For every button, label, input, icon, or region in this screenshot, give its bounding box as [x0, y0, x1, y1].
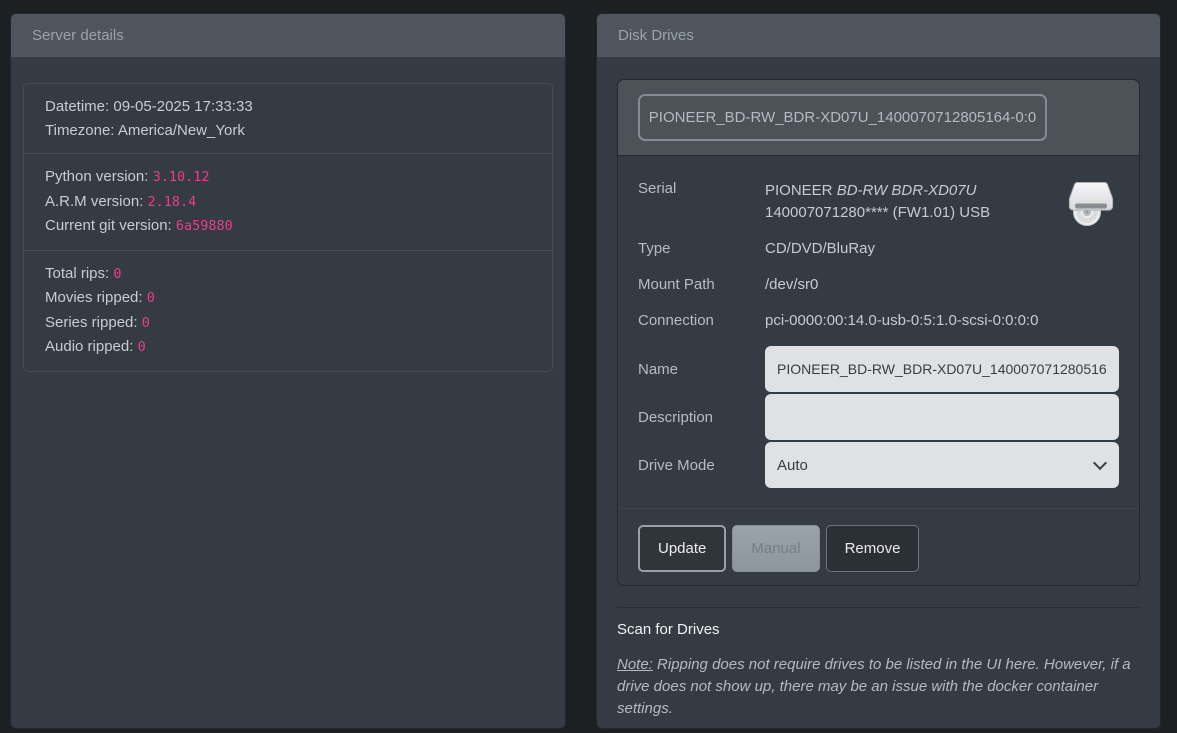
drive-card: PIONEER_BD-RW_BDR-XD07U_1400070712805164… — [617, 79, 1140, 586]
series-ripped-label: Series ripped: — [45, 314, 138, 331]
drive-mode-select[interactable]: Auto — [765, 442, 1119, 488]
disk-drives-body: PIONEER_BD-RW_BDR-XD07U_1400070712805164… — [597, 57, 1160, 728]
drive-mode-label: Drive Mode — [638, 457, 765, 474]
manual-button[interactable]: Manual — [732, 525, 819, 572]
datetime-section: Datetime: 09-05-2025 17:33:33 Timezone: … — [24, 84, 552, 154]
timezone-value: America/New_York — [118, 122, 245, 139]
git-version-value: 6a59880 — [176, 218, 233, 234]
python-version-line: Python version: 3.10.12 — [45, 165, 531, 190]
movies-ripped-line: Movies ripped: 0 — [45, 286, 531, 311]
connection-label: Connection — [638, 310, 765, 332]
audio-ripped-value: 0 — [138, 339, 146, 355]
total-rips-line: Total rips: 0 — [45, 262, 531, 287]
field-row-type: Type CD/DVD/BluRay — [638, 238, 1119, 260]
datetime-line: Datetime: 09-05-2025 17:33:33 — [45, 95, 531, 119]
type-value: CD/DVD/BluRay — [765, 238, 875, 260]
datetime-value: 09-05-2025 17:33:33 — [113, 98, 252, 115]
server-details-body: Datetime: 09-05-2025 17:33:33 Timezone: … — [11, 57, 565, 728]
name-input[interactable] — [765, 346, 1119, 392]
git-version-label: Current git version: — [45, 217, 172, 234]
disc-drive-icon — [1065, 178, 1117, 230]
connection-value: pci-0000:00:14.0-usb-0:5:1.0-scsi-0:0:0:… — [765, 310, 1039, 332]
total-rips-label: Total rips: — [45, 265, 109, 282]
datetime-label: Datetime: — [45, 98, 109, 115]
arm-version-line: A.R.M version: 2.18.4 — [45, 190, 531, 215]
note-label: Note: — [617, 656, 653, 673]
name-label: Name — [638, 361, 765, 378]
movies-ripped-value: 0 — [147, 290, 155, 306]
movies-ripped-label: Movies ripped: — [45, 289, 143, 306]
page: Server details Datetime: 09-05-2025 17:3… — [0, 0, 1177, 733]
server-info-card: Datetime: 09-05-2025 17:33:33 Timezone: … — [23, 83, 553, 372]
field-row-serial: Serial PIONEER BD-RW BDR-XD07U 140007071… — [638, 180, 1119, 223]
drive-card-header: PIONEER_BD-RW_BDR-XD07U_1400070712805164… — [618, 80, 1139, 156]
field-row-mount-path: Mount Path /dev/sr0 — [638, 274, 1119, 296]
disk-drives-title: Disk Drives — [618, 27, 694, 44]
audio-ripped-line: Audio ripped: 0 — [45, 335, 531, 360]
drives-note: Note: Ripping does not require drives to… — [617, 654, 1140, 720]
mount-path-value: /dev/sr0 — [765, 274, 818, 296]
serial-model: BD-RW BDR-XD07U — [837, 182, 977, 199]
description-label: Description — [638, 409, 765, 426]
series-ripped-line: Series ripped: 0 — [45, 311, 531, 336]
serial-line1: PIONEER BD-RW BDR-XD07U — [765, 180, 990, 202]
timezone-label: Timezone: — [45, 122, 114, 139]
field-row-connection: Connection pci-0000:00:14.0-usb-0:5:1.0-… — [638, 310, 1119, 332]
drive-card-footer: Update Manual Remove — [618, 508, 1139, 585]
update-button[interactable]: Update — [638, 525, 726, 572]
section-divider — [617, 607, 1140, 608]
description-field-wrap — [765, 394, 1119, 440]
remove-button[interactable]: Remove — [826, 525, 920, 572]
field-row-description: Description — [638, 394, 1119, 440]
audio-ripped-label: Audio ripped: — [45, 338, 133, 355]
rips-section: Total rips: 0 Movies ripped: 0 Series ri… — [24, 251, 552, 371]
drive-card-body: Serial PIONEER BD-RW BDR-XD07U 140007071… — [618, 156, 1139, 508]
scan-for-drives-link[interactable]: Scan for Drives — [617, 621, 720, 638]
field-row-drive-mode: Drive Mode Auto — [638, 442, 1119, 488]
arm-version-label: A.R.M version: — [45, 193, 143, 210]
description-input[interactable] — [765, 394, 1119, 440]
server-details-title: Server details — [32, 27, 124, 44]
drive-mode-field-wrap: Auto — [765, 442, 1119, 488]
note-text: Ripping does not require drives to be li… — [617, 656, 1131, 717]
mount-path-label: Mount Path — [638, 274, 765, 296]
serial-label: Serial — [638, 180, 765, 223]
python-version-value: 3.10.12 — [153, 169, 210, 185]
disk-drives-header: Disk Drives — [597, 14, 1160, 57]
serial-line2: 140007071280**** (FW1.01) USB — [765, 202, 990, 224]
serial-maker: PIONEER — [765, 182, 833, 199]
series-ripped-value: 0 — [142, 315, 150, 331]
versions-section: Python version: 3.10.12 A.R.M version: 2… — [24, 154, 552, 251]
python-version-label: Python version: — [45, 168, 148, 185]
type-label: Type — [638, 238, 765, 260]
serial-value: PIONEER BD-RW BDR-XD07U 140007071280****… — [765, 180, 990, 223]
server-details-header: Server details — [11, 14, 565, 57]
server-details-panel: Server details Datetime: 09-05-2025 17:3… — [11, 14, 565, 728]
arm-version-value: 2.18.4 — [148, 194, 197, 210]
total-rips-value: 0 — [113, 266, 121, 282]
field-row-name: Name — [638, 346, 1119, 392]
git-version-line: Current git version: 6a59880 — [45, 214, 531, 239]
disk-drives-panel: Disk Drives PIONEER_BD-RW_BDR-XD07U_1400… — [597, 14, 1160, 728]
timezone-line: Timezone: America/New_York — [45, 119, 531, 143]
drive-select-button[interactable]: PIONEER_BD-RW_BDR-XD07U_1400070712805164… — [638, 94, 1047, 141]
name-field-wrap — [765, 346, 1119, 392]
